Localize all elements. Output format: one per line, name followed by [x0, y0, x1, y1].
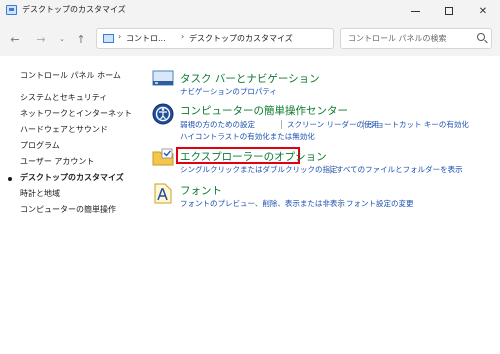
link-shortcut-keys[interactable]: ショートカット キーの有効化 [369, 119, 469, 130]
back-arrow-icon: ← [10, 32, 20, 46]
sidebar-item-desktop-customization[interactable]: デスクトップのカスタマイズ [20, 172, 124, 183]
link-low-vision-settings[interactable]: 弱視の方のための設定 [180, 119, 255, 130]
link-high-contrast[interactable]: ハイコントラストの有効化または無効化 [180, 131, 315, 142]
up-button[interactable]: ↑ [73, 31, 89, 47]
sidebar-item-hardware-sound[interactable]: ハードウェアとサウンド [20, 124, 108, 135]
control-panel-icon [103, 34, 114, 43]
search-icon [477, 33, 485, 41]
link-single-double-click[interactable]: シングルクリックまたはダブルクリックの指定 [180, 164, 338, 175]
address-bar[interactable]: › コントロ... › デスクトップのカスタマイズ ⌄ ↻ [96, 28, 417, 49]
sidebar-item-system-security[interactable]: システムとセキュリティ [20, 92, 107, 103]
category-title-explorer-options[interactable]: エクスプローラーのオプション [180, 149, 327, 164]
search-box[interactable]: コントロール パネルの検索 [340, 28, 492, 49]
forward-arrow-icon: → [36, 32, 46, 46]
sidebar-item-network[interactable]: ネットワークとインターネット [20, 108, 132, 119]
link-font-settings[interactable]: フォント設定の変更 [346, 198, 414, 209]
link-separator [340, 199, 341, 208]
maximize-icon [445, 7, 453, 15]
link-navigation-properties[interactable]: ナビゲーションのプロパティ [180, 86, 277, 97]
sidebar-item-ease-of-access[interactable]: コンピューターの簡単操作 [20, 204, 116, 215]
sidebar-item-home[interactable]: コントロール パネル ホーム [20, 70, 121, 81]
forward-button[interactable]: → [33, 31, 49, 47]
link-separator [330, 165, 331, 174]
taskbar-icon [152, 70, 174, 86]
close-button[interactable]: ✕ [466, 0, 500, 22]
search-placeholder: コントロール パネルの検索 [348, 34, 447, 43]
breadcrumb-separator: › [118, 32, 122, 41]
maximize-button[interactable] [432, 0, 466, 22]
back-button[interactable]: ← [7, 31, 23, 47]
link-separator [363, 120, 364, 129]
ease-of-access-icon [152, 103, 174, 125]
breadcrumb-desktop-customization[interactable]: デスクトップのカスタマイズ [189, 33, 293, 44]
fonts-icon [154, 183, 172, 204]
category-title-ease-of-access[interactable]: コンピューターの簡単操作センター [180, 103, 348, 118]
link-separator [281, 120, 282, 129]
sidebar-item-clock-region[interactable]: 時計と地域 [20, 188, 60, 199]
link-font-preview[interactable]: フォントのプレビュー、削除、表示または非表示 [180, 198, 345, 209]
category-title-taskbar[interactable]: タスク バーとナビゲーション [180, 71, 320, 86]
close-icon: ✕ [478, 5, 488, 17]
link-screen-reader[interactable]: スクリーン リーダーの使用 [287, 119, 379, 130]
title-bar: デスクトップのカスタマイズ ✕ [0, 0, 500, 22]
sidebar-item-programs[interactable]: プログラム [20, 140, 60, 151]
sidebar-item-user-accounts[interactable]: ユーザー アカウント [20, 156, 94, 167]
minimize-icon [410, 10, 420, 12]
active-indicator-icon [8, 177, 12, 181]
breadcrumb-control-panel[interactable]: コントロ... [126, 33, 166, 44]
recent-locations-button[interactable]: ⌄ [54, 31, 70, 47]
up-arrow-icon: ↑ [76, 32, 86, 46]
window-title: デスクトップのカスタマイズ [22, 5, 126, 14]
minimize-button[interactable] [398, 0, 432, 22]
control-panel-icon [6, 5, 17, 15]
category-title-fonts[interactable]: フォント [180, 183, 222, 198]
breadcrumb-separator: › [181, 32, 185, 41]
folder-options-icon [152, 148, 174, 166]
link-show-all-files[interactable]: すべてのファイルとフォルダーを表示 [336, 164, 463, 175]
navigation-bar: ← → ⌄ ↑ › コントロ... › デスクトップのカスタマイズ ⌄ ↻ コン… [0, 22, 500, 56]
chevron-down-icon: ⌄ [59, 35, 65, 43]
